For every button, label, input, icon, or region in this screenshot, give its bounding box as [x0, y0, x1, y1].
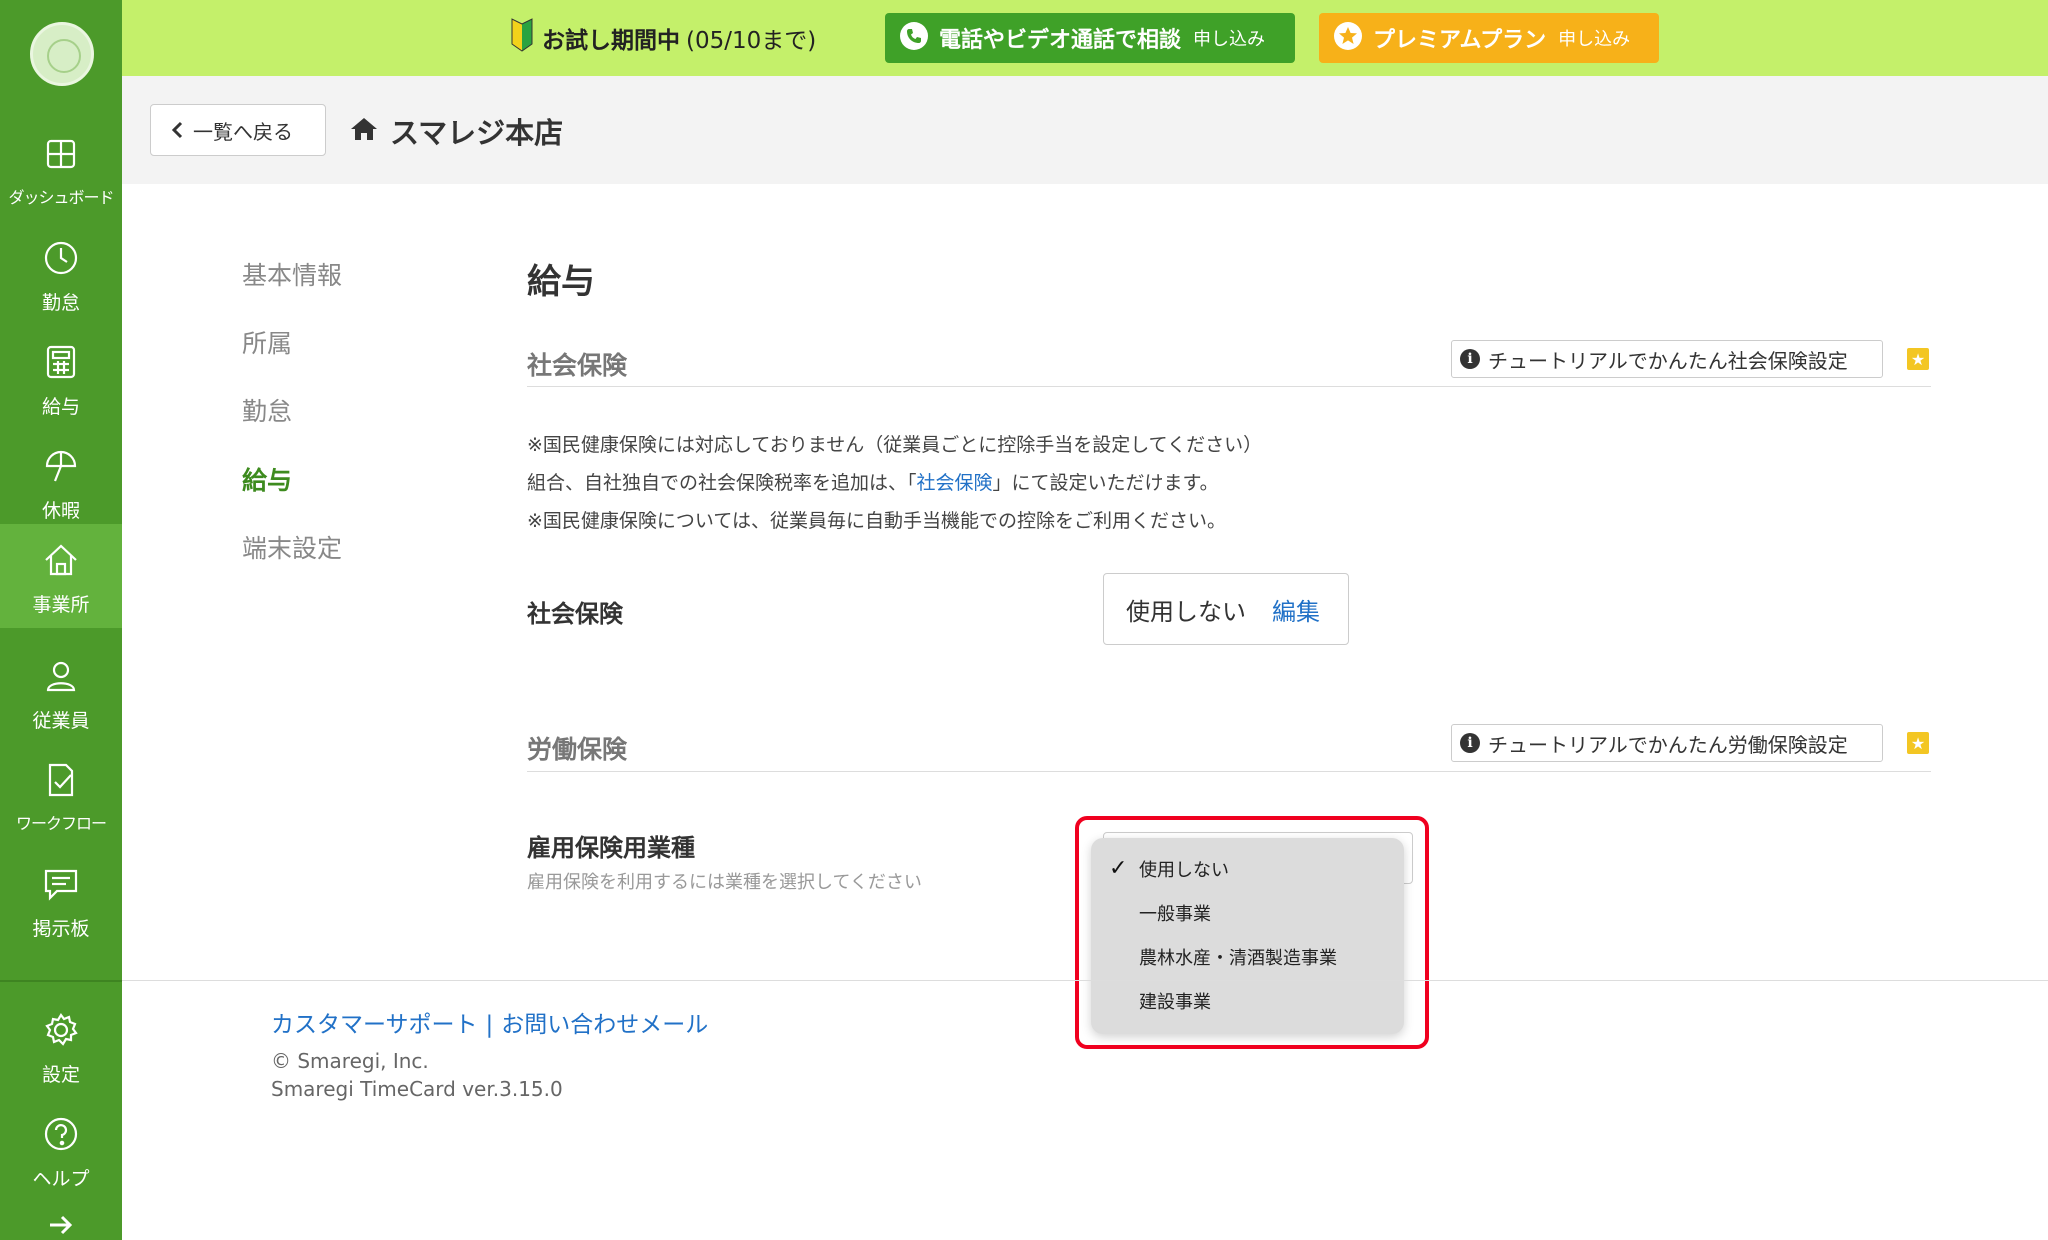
- section-heading: 給与: [527, 262, 595, 302]
- social-insurance-value: 使用しない 編集: [1103, 573, 1349, 645]
- sidebar-item-label: 勤怠: [41, 292, 80, 314]
- page-title: スマレジ本店: [350, 110, 563, 152]
- top-banner: お試し期間中 (05/10まで) 電話やビデオ通話で相談 申し込み プレミアムプ…: [122, 0, 2048, 76]
- note-line-1: ※国民健康保険には対応しておりません（従業員ごとに控除手当を設定してください）: [527, 434, 1263, 456]
- sidebar-item-dashboard[interactable]: ダッシュボード: [0, 118, 122, 222]
- trial-status: お試し期間中 (05/10まで): [510, 18, 816, 58]
- social-insurance-tutorial-button[interactable]: i チュートリアルでかんたん社会保険設定: [1451, 340, 1883, 378]
- gear-icon: [41, 1010, 81, 1050]
- favorite-star-icon[interactable]: ★: [1907, 732, 1929, 754]
- sidebar-item-label: 設定: [41, 1064, 80, 1086]
- customer-support-link[interactable]: カスタマーサポート: [271, 1012, 478, 1038]
- info-icon: i: [1460, 733, 1480, 753]
- annotation-highlight-box: [1075, 816, 1429, 1049]
- employment-insurance-help: 雇用保険を利用するには業種を選択してください: [527, 872, 922, 893]
- footer-divider: [122, 980, 2048, 981]
- menu-item-terminal-settings[interactable]: 端末設定: [242, 529, 342, 565]
- chevron-left-icon: [171, 121, 183, 139]
- app-logo[interactable]: [30, 22, 94, 86]
- sidebar-item-label: 従業員: [32, 710, 90, 732]
- star-icon: [1333, 21, 1363, 55]
- social-insurance-field-label: 社会保険: [527, 600, 623, 628]
- home-icon: [41, 540, 81, 580]
- premium-plan-sub: 申し込み: [1558, 29, 1631, 50]
- calculator-icon: [41, 342, 81, 382]
- social-insurance-value-text: 使用しない: [1126, 597, 1246, 626]
- premium-plan-button[interactable]: プレミアムプラン 申し込み: [1319, 13, 1659, 63]
- labor-insurance-tutorial-button[interactable]: i チュートリアルでかんたん労働保険設定: [1451, 724, 1883, 762]
- social-insurance-link[interactable]: 社会保険: [917, 472, 993, 494]
- store-name: スマレジ本店: [390, 116, 564, 150]
- sidebar: ダッシュボード 勤怠 給与 休暇 事業所 従業員 ワークフロー 掲示板 設定 ヘ…: [0, 0, 122, 1240]
- contact-mail-link[interactable]: お問い合わせメール: [501, 1012, 708, 1038]
- menu-item-payroll[interactable]: 給与: [242, 461, 292, 497]
- info-icon: i: [1460, 349, 1480, 369]
- clock-icon: [41, 238, 81, 278]
- section-divider: [527, 386, 1931, 387]
- labor-insurance-title: 労働保険: [527, 735, 628, 764]
- person-icon: [41, 656, 81, 696]
- sidebar-item-vacation[interactable]: 休暇: [0, 430, 122, 534]
- sidebar-item-label: ヘルプ: [32, 1168, 90, 1190]
- consult-call-sub: 申し込み: [1193, 29, 1266, 50]
- copyright-text: © Smaregi, Inc.: [271, 1049, 429, 1073]
- menu-item-affiliation[interactable]: 所属: [242, 324, 292, 360]
- sidebar-item-help[interactable]: ヘルプ: [0, 1098, 122, 1202]
- version-text: Smaregi TimeCard ver.3.15.0: [271, 1077, 563, 1101]
- consult-call-label: 電話やビデオ通話で相談: [939, 28, 1182, 53]
- sidebar-item-bulletin[interactable]: 掲示板: [0, 848, 122, 952]
- dashboard-icon: [41, 134, 81, 174]
- sidebar-item-label: ダッシュボード: [8, 188, 114, 207]
- home-icon: [350, 114, 378, 148]
- social-insurance-title: 社会保険: [527, 351, 628, 380]
- sidebar-divider: [0, 980, 122, 982]
- sidebar-item-employees[interactable]: 従業員: [0, 640, 122, 744]
- umbrella-icon: [41, 446, 81, 486]
- beginner-mark-icon: [510, 18, 534, 58]
- sidebar-item-label: ワークフロー: [15, 814, 107, 833]
- tutorial-label: チュートリアルでかんたん労働保険設定: [1488, 732, 1848, 757]
- back-label: 一覧へ戻る: [193, 119, 293, 144]
- sidebar-item-label: 事業所: [32, 594, 90, 616]
- trial-label: お試し期間中: [542, 28, 680, 54]
- menu-item-attendance[interactable]: 勤怠: [242, 392, 292, 428]
- sidebar-item-payroll[interactable]: 給与: [0, 326, 122, 430]
- sidebar-item-attendance[interactable]: 勤怠: [0, 222, 122, 326]
- section-divider: [527, 771, 1931, 772]
- phone-icon: [899, 21, 929, 55]
- help-icon: [41, 1114, 81, 1154]
- sidebar-item-label: 給与: [41, 396, 80, 418]
- consult-call-button[interactable]: 電話やビデオ通話で相談 申し込み: [885, 13, 1295, 63]
- expand-arrow-icon[interactable]: [46, 1214, 76, 1236]
- note-prefix: 組合、自社独自での社会保険税率を追加は、「: [527, 472, 917, 494]
- menu-item-basic-info[interactable]: 基本情報: [242, 256, 342, 292]
- back-to-list-button[interactable]: 一覧へ戻る: [150, 104, 326, 156]
- trial-date: (05/10まで): [686, 28, 817, 54]
- sidebar-item-label: 休暇: [41, 500, 80, 522]
- favorite-star-icon[interactable]: ★: [1907, 348, 1929, 370]
- sidebar-item-workflow[interactable]: ワークフロー: [0, 744, 122, 848]
- page-header: 一覧へ戻る スマレジ本店: [122, 76, 2048, 184]
- sidebar-item-office[interactable]: 事業所: [0, 524, 122, 628]
- sidebar-item-settings[interactable]: 設定: [0, 994, 122, 1098]
- tutorial-label: チュートリアルでかんたん社会保険設定: [1488, 348, 1848, 373]
- workflow-icon: [41, 760, 81, 800]
- footer-copyright: © Smaregi, Inc. Smaregi TimeCard ver.3.1…: [271, 1047, 563, 1103]
- note-line-3: ※国民健康保険については、従業員毎に自動手当機能での控除をご利用ください。: [527, 510, 1226, 532]
- footer-links: カスタマーサポート | お問い合わせメール: [271, 1005, 708, 1039]
- footer-separator: |: [485, 1012, 494, 1038]
- premium-plan-label: プレミアムプラン: [1373, 28, 1547, 53]
- sidebar-item-label: 掲示板: [32, 918, 90, 940]
- employment-insurance-field-label: 雇用保険用業種: [527, 834, 695, 862]
- note-suffix: 」にて設定いただけます。: [992, 472, 1219, 494]
- note-line-2: 組合、自社独自での社会保険税率を追加は、「社会保険」にて設定いただけます。: [527, 468, 1219, 495]
- edit-link[interactable]: 編集: [1272, 592, 1320, 627]
- chat-icon: [41, 864, 81, 904]
